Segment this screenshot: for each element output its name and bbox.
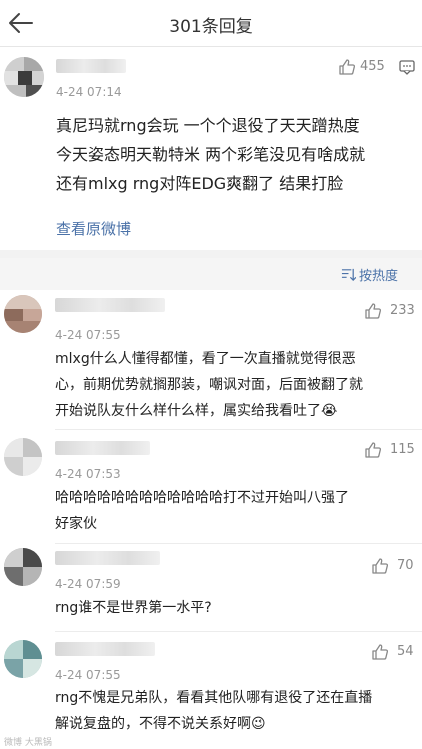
reply-item: 4-24 07:59 70 rng谁不是世界第一水平? bbox=[0, 544, 422, 632]
thumbs-up-icon bbox=[365, 442, 382, 458]
avatar[interactable] bbox=[4, 295, 42, 333]
thumbs-up-icon bbox=[372, 644, 389, 660]
username-blurred[interactable] bbox=[55, 298, 165, 312]
reply-line: 好家伙 bbox=[55, 516, 97, 532]
reply-text: rng不愧是兄弟队，看看其他队哪有退役了还在直播 解说复盘的，不得不说关系好啊😉 bbox=[55, 685, 410, 737]
reply-time: 4-24 07:55 bbox=[55, 668, 121, 682]
avatar[interactable] bbox=[4, 548, 42, 586]
like-button[interactable]: 233 bbox=[364, 302, 420, 322]
avatar[interactable] bbox=[4, 640, 42, 678]
avatar[interactable] bbox=[4, 57, 44, 97]
like-count: 115 bbox=[390, 442, 415, 457]
main-comment-text: 真尼玛就rng会玩 一个个退役了天天蹭热度 今天姿态明天勒特米 两个彩笔没见有啥… bbox=[56, 111, 406, 198]
like-button[interactable]: 54 bbox=[371, 643, 421, 663]
like-count: 70 bbox=[397, 558, 414, 573]
sort-bar: 按热度 bbox=[0, 258, 422, 290]
thumbs-up-icon bbox=[365, 303, 382, 319]
reply-text: 哈哈哈哈哈哈哈哈哈哈哈哈打不过开始叫八强了 好家伙 bbox=[55, 485, 410, 537]
like-button[interactable]: 115 bbox=[364, 441, 420, 461]
main-comment-line: 还有mlxg rng对阵EDG爽翻了 结果打脸 bbox=[56, 174, 344, 193]
reply-line: mlxg什么人懂得都懂，看了一次直播就觉得很恶 bbox=[55, 351, 356, 367]
sort-label: 按热度 bbox=[359, 269, 399, 284]
like-count: 455 bbox=[360, 59, 385, 74]
reply-line: 开始说队友什么样什么样，属实给我看吐了😭 bbox=[55, 403, 338, 419]
top-bar: 301条回复 bbox=[0, 0, 422, 47]
reply-time: 4-24 07:53 bbox=[55, 467, 121, 481]
username-blurred[interactable] bbox=[55, 441, 150, 455]
reply-text: rng谁不是世界第一水平? bbox=[55, 595, 410, 621]
thumbs-up-icon bbox=[372, 558, 389, 574]
avatar[interactable] bbox=[4, 438, 42, 476]
like-count: 54 bbox=[397, 644, 414, 659]
username-blurred[interactable] bbox=[55, 642, 155, 656]
reply-line: 哈哈哈哈哈哈哈哈哈哈哈哈打不过开始叫八强了 bbox=[55, 490, 349, 506]
comment-time: 4-24 07:14 bbox=[56, 85, 122, 99]
reply-time: 4-24 07:55 bbox=[55, 328, 121, 342]
like-button[interactable]: 455 bbox=[338, 58, 394, 78]
reply-time: 4-24 07:59 bbox=[55, 577, 121, 591]
like-button[interactable]: 70 bbox=[371, 557, 421, 577]
page-title: 301条回复 bbox=[169, 17, 253, 37]
reply-item: 4-24 07:55 233 mlxg什么人懂得都懂，看了一次直播就觉得很恶 心… bbox=[0, 290, 422, 430]
reply-item: 4-24 07:55 54 rng不愧是兄弟队，看看其他队哪有退役了还在直播 解… bbox=[0, 632, 422, 749]
main-comment: 4-24 07:14 455 真尼玛就rng会玩 一个个退役了天天蹭热度 今天姿… bbox=[0, 47, 422, 250]
reply-line: rng不愧是兄弟队，看看其他队哪有退役了还在直播 bbox=[55, 690, 373, 706]
like-count: 233 bbox=[390, 303, 415, 318]
reply-list: 4-24 07:55 233 mlxg什么人懂得都懂，看了一次直播就觉得很恶 心… bbox=[0, 290, 422, 749]
thumbs-up-icon bbox=[339, 59, 356, 75]
reply-line: 解说复盘的，不得不说关系好啊😉 bbox=[55, 716, 266, 732]
sort-icon bbox=[341, 268, 356, 281]
view-original-weibo-link[interactable]: 查看原微博 bbox=[56, 218, 131, 239]
reply-line: rng谁不是世界第一水平? bbox=[55, 600, 212, 616]
main-comment-line: 真尼玛就rng会玩 一个个退役了天天蹭热度 bbox=[56, 116, 360, 135]
comment-icon[interactable] bbox=[399, 60, 415, 75]
watermark: 微博 大黑锅 bbox=[4, 738, 52, 748]
reply-text: mlxg什么人懂得都懂，看了一次直播就觉得很恶 心，前期优势就搁那装，嘲讽对面，… bbox=[55, 346, 410, 424]
username-blurred[interactable] bbox=[56, 59, 126, 73]
reply-line: 心，前期优势就搁那装，嘲讽对面，后面被翻了就 bbox=[55, 377, 363, 393]
main-comment-line: 今天姿态明天勒特米 两个彩笔没见有啥成就 bbox=[56, 145, 366, 164]
username-blurred[interactable] bbox=[55, 551, 160, 565]
reply-item: 4-24 07:53 115 哈哈哈哈哈哈哈哈哈哈哈哈打不过开始叫八强了 好家伙 bbox=[0, 430, 422, 544]
